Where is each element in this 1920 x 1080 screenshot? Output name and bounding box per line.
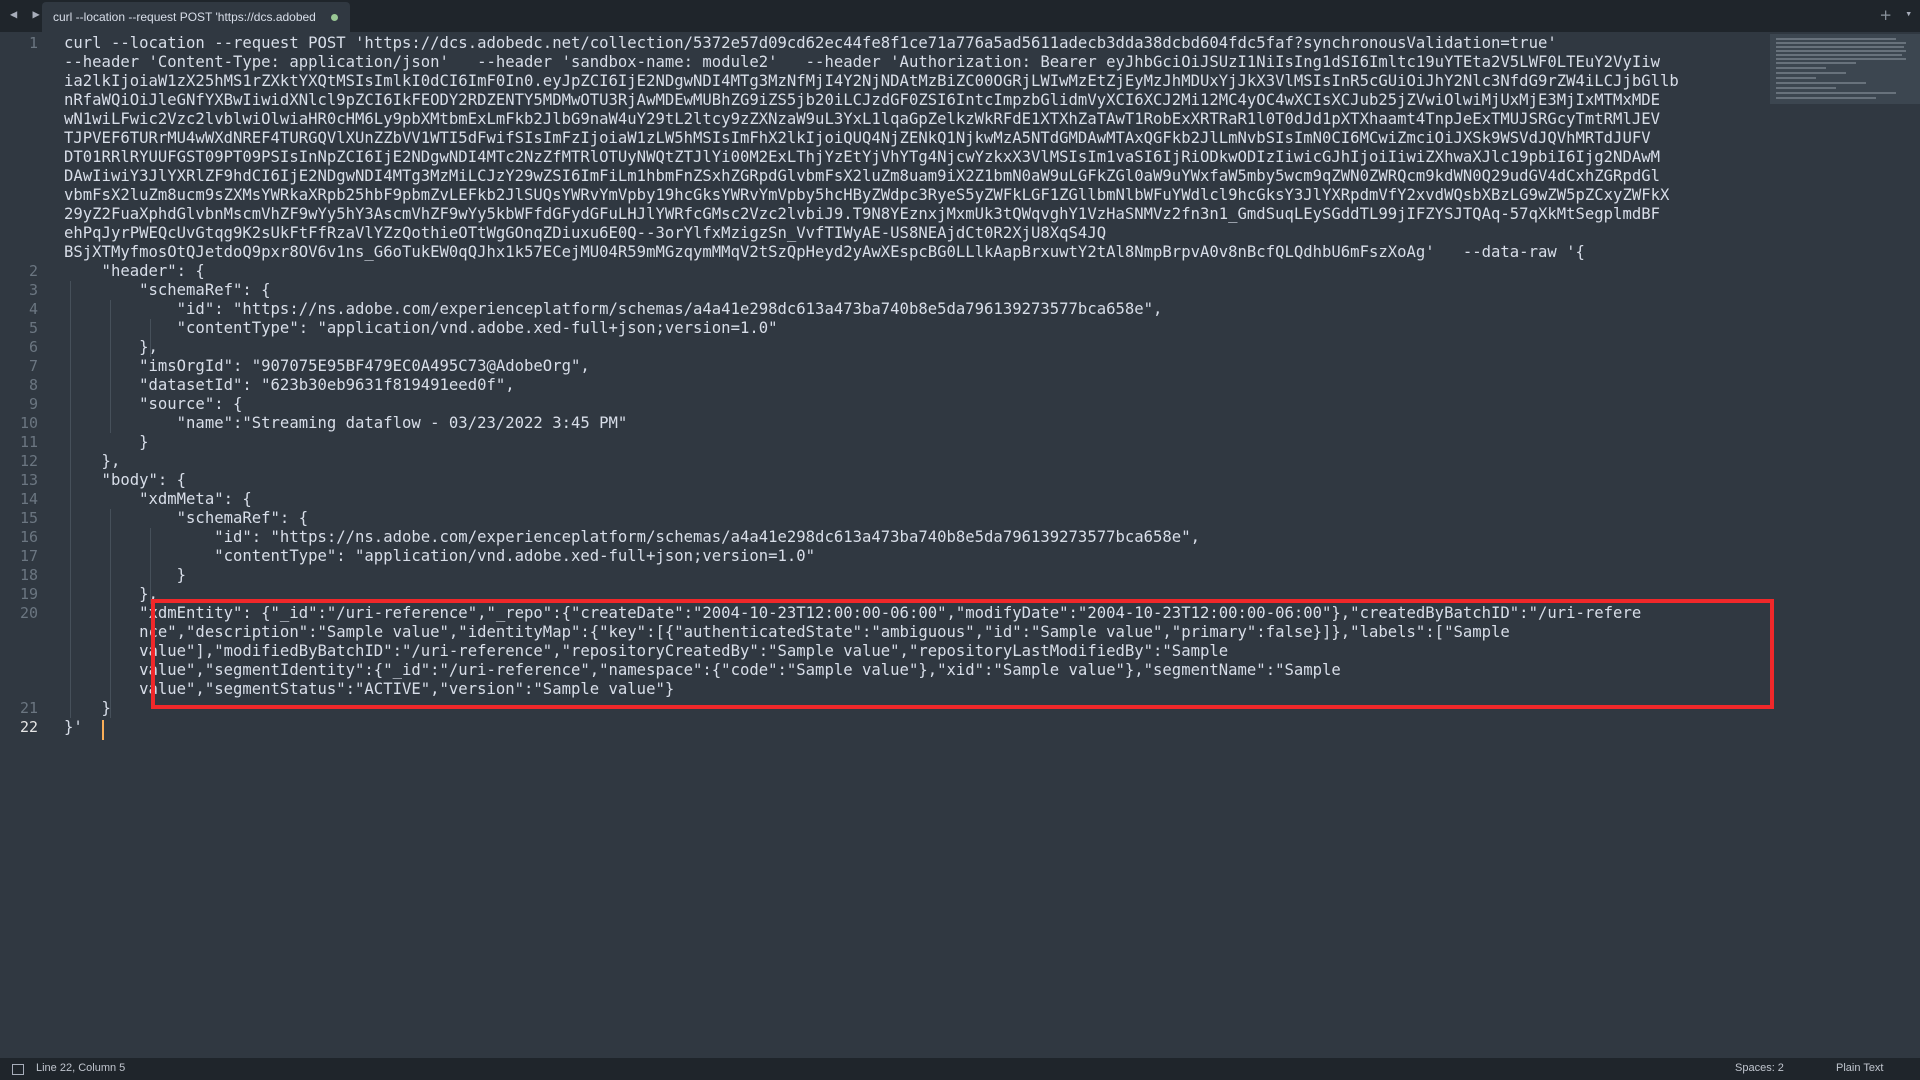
code-line: vbmFsX2luZm8ucm9sZXMsYWRkaXRpb25hbF9pbmZ…: [64, 186, 1670, 204]
unsaved-dot-icon[interactable]: [331, 14, 338, 21]
minimap-line: [1776, 54, 1902, 56]
code-line: nRfaWQiOiJleGNfYXBwIiwidXNlcl9pZCI6IkFEO…: [64, 91, 1660, 109]
code-line: DT01RRlRYUUFGST09PT09PSIsInNpZCI6IjE2NDg…: [64, 148, 1660, 166]
code-line: }: [64, 433, 149, 451]
line-number: 8: [28, 376, 38, 394]
code-line: wN1wiLFwic2Vzc2lvblwiOlwiaHR0cHM6Ly9pbXM…: [64, 110, 1660, 128]
minimap-line: [1776, 67, 1826, 69]
line-number: 3: [28, 281, 38, 299]
indentation-setting[interactable]: Spaces: 2: [1735, 1062, 1784, 1074]
minimap-line: [1776, 87, 1836, 89]
code-line: },: [64, 585, 158, 603]
minimap-line: [1776, 92, 1896, 94]
code-line: }: [64, 566, 187, 584]
line-number: 10: [19, 414, 38, 432]
line-number: 19: [19, 585, 38, 603]
status-bar: Line 22, Column 5 Spaces: 2 Plain Text: [0, 1058, 1920, 1080]
line-number: 5: [28, 319, 38, 337]
minimap-line: [1776, 46, 1904, 48]
code-line: "contentType": "application/vnd.adobe.xe…: [64, 547, 816, 565]
code-line: "source": {: [64, 395, 243, 413]
line-number: 6: [28, 338, 38, 356]
minimap-line: [1776, 72, 1846, 74]
line-number: 21: [19, 699, 38, 717]
line-number: 20: [19, 604, 38, 622]
tab-curl-request[interactable]: curl --location --request POST 'https://…: [42, 2, 350, 32]
code-line: },: [64, 452, 121, 470]
line-number: 11: [19, 433, 38, 451]
line-number: 4: [28, 300, 38, 318]
code-line: }: [64, 699, 111, 717]
line-number-current: 22: [19, 718, 38, 736]
tab-menu-chevron-icon[interactable]: ▾: [1905, 7, 1912, 20]
line-number-gutter: 1 2 3 4 5 6 7 8 9 10 11 12 13 14 15 16 1…: [0, 34, 50, 1056]
minimap-line: [1776, 38, 1896, 40]
code-line: --header 'Content-Type: application/json…: [64, 53, 1660, 71]
line-number: 13: [19, 471, 38, 489]
code-line: "schemaRef": {: [64, 509, 309, 527]
code-line: "header": {: [64, 262, 205, 280]
code-line: curl --location --request POST 'https://…: [64, 34, 1557, 52]
code-line: "datasetId": "623b30eb9631f819491eed0f",: [64, 376, 515, 394]
code-line: "body": {: [64, 471, 187, 489]
code-line: "id": "https://ns.adobe.com/experiencepl…: [64, 528, 1200, 546]
minimap-line: [1776, 97, 1876, 99]
code-line: "xdmMeta": {: [64, 490, 252, 508]
tab-title: curl --location --request POST 'https://…: [53, 10, 316, 24]
code-line: "imsOrgId": "907075E95BF479EC0A495C73@Ad…: [64, 357, 590, 375]
line-number: 16: [19, 528, 38, 546]
line-number: 14: [19, 490, 38, 508]
code-editor[interactable]: curl --location --request POST 'https://…: [64, 34, 1764, 1056]
line-number: 12: [19, 452, 38, 470]
code-line: "id": "https://ns.adobe.com/experiencepl…: [64, 300, 1163, 318]
line-number: 7: [28, 357, 38, 375]
minimap-line: [1776, 58, 1906, 60]
minimap-line: [1776, 62, 1856, 64]
line-number: 18: [19, 566, 38, 584]
code-line: "name":"Streaming dataflow - 03/23/2022 …: [64, 414, 628, 432]
code-line: },: [64, 338, 158, 356]
line-number: 9: [28, 395, 38, 413]
line-number: 2: [28, 262, 38, 280]
code-line: DAwIiwiY3JlYXRlZF9hdCI6IjE2NDgwNDI4MTg3M…: [64, 167, 1660, 185]
code-line: "schemaRef": {: [64, 281, 271, 299]
tab-bar: ◀ ▶ curl --location --request POST 'http…: [0, 0, 1920, 32]
syntax-selector[interactable]: Plain Text: [1836, 1062, 1884, 1074]
line-number: 1: [28, 34, 38, 52]
text-cursor: [102, 720, 104, 740]
code-line: }': [64, 718, 83, 736]
minimap-line: [1776, 77, 1816, 79]
minimap-line: [1776, 50, 1906, 52]
code-line: BSjXTMyfmosOtQJetdoQ9pxr8OV6v1ns_G6oTukE…: [64, 243, 1585, 261]
line-number: 17: [19, 547, 38, 565]
minimap[interactable]: [1770, 34, 1920, 104]
code-line: 29yZ2FuaXphdGlvbnMscmVhZF9wYy5hY3AscmVhZ…: [64, 205, 1660, 223]
cursor-position: Line 22, Column 5: [36, 1062, 126, 1074]
panel-toggle-icon[interactable]: [12, 1064, 24, 1075]
code-line: TJPVEF6TURrMU4wWXdNREF4TURGQVlXUnZZbVV1W…: [64, 129, 1651, 147]
xdm-entity-highlight-box: [151, 599, 1774, 709]
tab-nav-arrows-icon[interactable]: ◀ ▶: [10, 7, 44, 21]
code-line: "contentType": "application/vnd.adobe.xe…: [64, 319, 778, 337]
line-number: 15: [19, 509, 38, 527]
minimap-line: [1776, 42, 1906, 44]
minimap-line: [1776, 82, 1866, 84]
code-line: ia2lkIjoiaW1zX25hMS1rZXktYXQtMSIsImlkI0d…: [64, 72, 1679, 90]
new-tab-plus-icon[interactable]: +: [1879, 6, 1892, 24]
code-line: ehPqJyrPWEQcUvGtqg9K2sUkFtFfRzaVlYZzQoth…: [64, 224, 1107, 242]
